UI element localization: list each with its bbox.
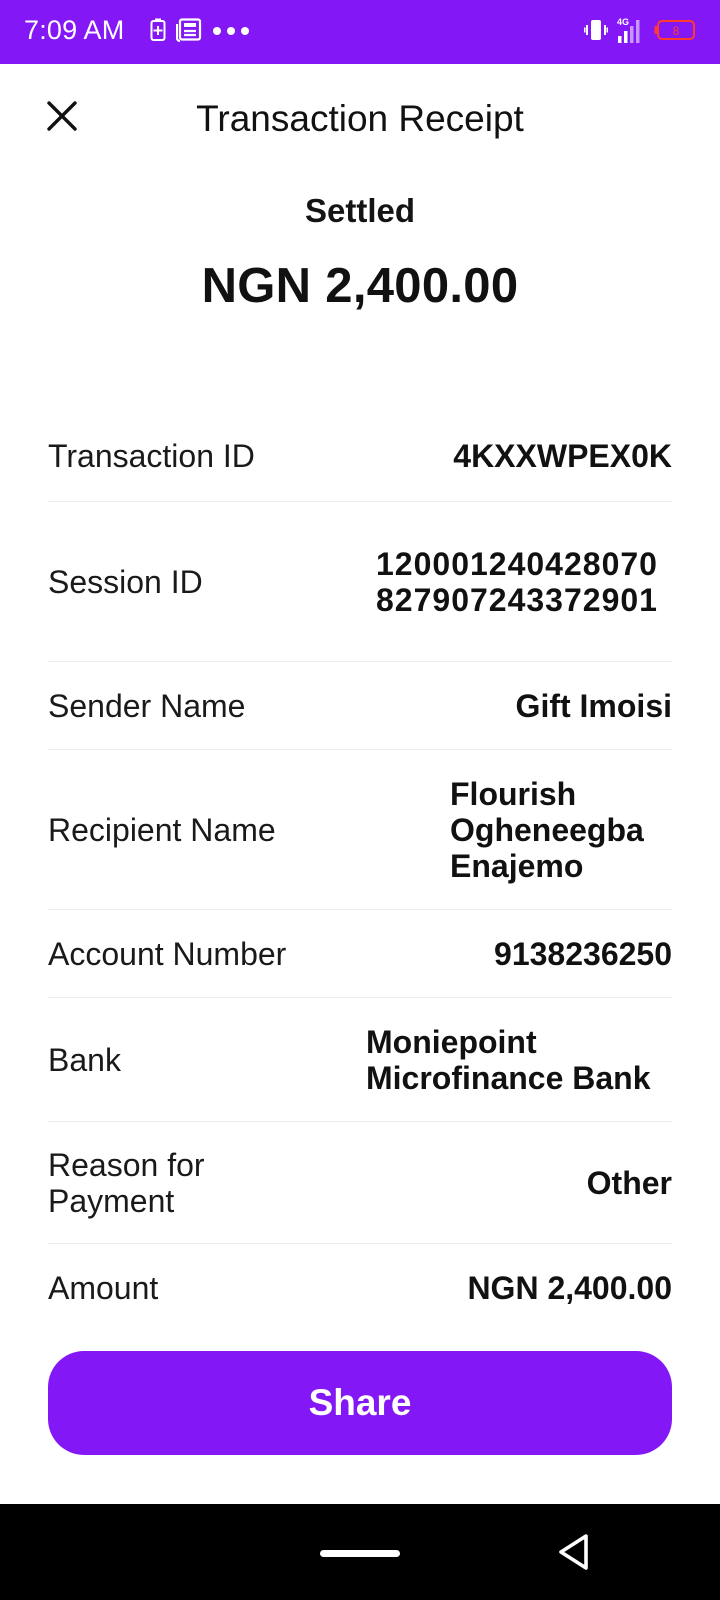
detail-value: NGN 2,400.00 <box>467 1270 672 1306</box>
status-time: 7:09 AM <box>24 15 125 45</box>
detail-row-session-id: Session ID 12000124042807082790724337290… <box>48 502 672 662</box>
detail-value: 4KXXWPEX0K <box>453 437 672 474</box>
detail-value: 9138236250 <box>494 935 672 972</box>
status-bar: 7:09 AM 4G 8 <box>0 0 720 64</box>
detail-row-amount: Amount NGN 2,400.00 <box>48 1244 672 1332</box>
detail-label: Transaction ID <box>48 437 255 474</box>
detail-label: Bank <box>48 1041 121 1078</box>
detail-value: Gift Imoisi <box>515 687 672 724</box>
detail-row-account-number: Account Number 9138236250 <box>48 910 672 998</box>
detail-label: Reason for Payment <box>48 1146 205 1219</box>
detail-value: 120001240428070827907243372901 <box>376 545 658 618</box>
system-icons: 4G 8 <box>583 16 696 49</box>
detail-row-transaction-id: Transaction ID 4KXXWPEX0K <box>48 410 672 502</box>
notification-icons <box>150 17 250 47</box>
more-notifications-icon <box>212 23 250 41</box>
header: Transaction Receipt <box>0 64 720 176</box>
detail-label: Sender Name <box>48 687 246 724</box>
detail-row-bank: Bank Moniepoint Microfinance Bank <box>48 998 672 1122</box>
share-button[interactable]: Share <box>48 1351 672 1455</box>
signal-icon: 4G <box>616 16 646 49</box>
vibrate-icon <box>583 18 609 47</box>
navigation-bar <box>0 1504 720 1600</box>
detail-row-recipient-name: Recipient Name Flourish Ogheneegba Enaje… <box>48 750 672 910</box>
detail-value: Moniepoint Microfinance Bank <box>366 1023 651 1096</box>
home-gesture-handle[interactable] <box>320 1550 400 1557</box>
receipt-details: Transaction ID 4KXXWPEX0K Session ID 120… <box>48 410 672 1332</box>
page-title: Transaction Receipt <box>196 98 524 139</box>
battery-saver-icon <box>150 18 166 47</box>
battery-icon: 8 <box>654 19 696 46</box>
detail-value: Flourish Ogheneegba Enajemo <box>450 775 644 884</box>
detail-value: Other <box>586 1164 672 1201</box>
news-icon <box>175 17 202 47</box>
detail-label: Recipient Name <box>48 811 276 848</box>
transaction-amount: NGN 2,400.00 <box>201 259 519 313</box>
detail-label: Amount <box>48 1270 159 1306</box>
network-type: 4G <box>617 17 629 27</box>
detail-row-reason: Reason for Payment Other <box>48 1122 672 1244</box>
detail-row-sender-name: Sender Name Gift Imoisi <box>48 662 672 750</box>
battery-level: 8 <box>673 24 680 38</box>
detail-label: Session ID <box>48 563 203 600</box>
back-button[interactable] <box>556 1532 596 1576</box>
back-triangle-icon <box>559 1534 588 1570</box>
transaction-status: Settled <box>304 192 416 229</box>
detail-label: Account Number <box>48 935 287 972</box>
